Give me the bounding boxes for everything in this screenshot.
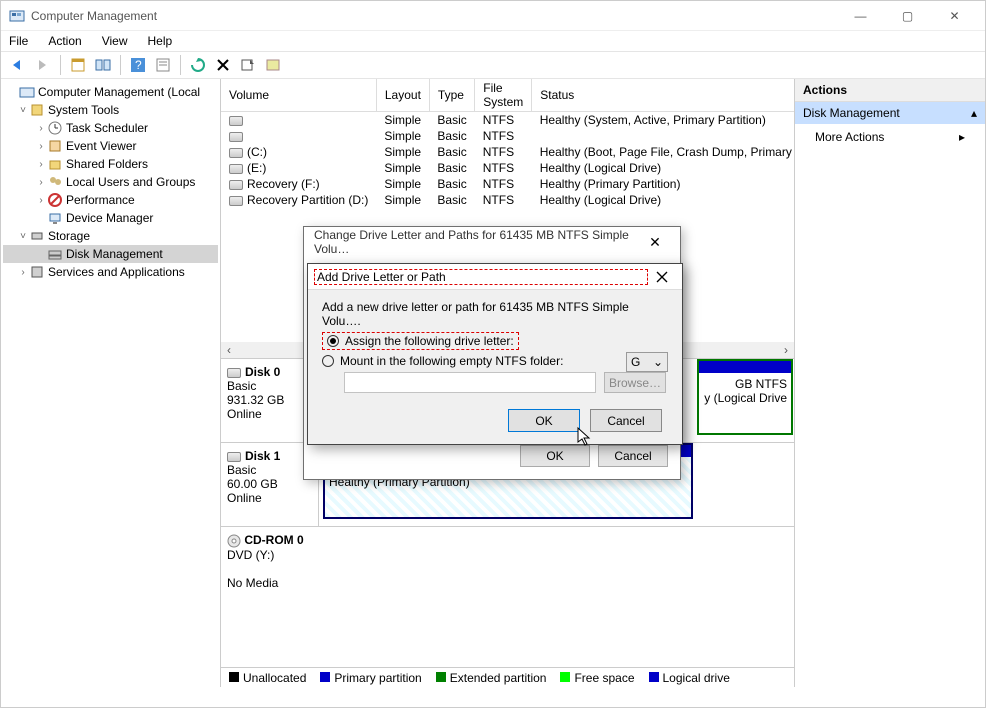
add-drive-letter-dialog: Add Drive Letter or Path Add a new drive…: [307, 263, 683, 445]
menu-action[interactable]: Action: [48, 34, 81, 48]
delete-icon[interactable]: [212, 54, 234, 76]
tree-services[interactable]: ›Services and Applications: [3, 263, 218, 281]
mount-folder-field: [344, 372, 596, 393]
toolbar: ?: [1, 51, 985, 79]
app-icon: [9, 8, 25, 24]
cd-icon: [227, 533, 241, 547]
nav-tree: Computer Management (Local ˅System Tools…: [1, 79, 221, 687]
toolbar-icon[interactable]: [67, 54, 89, 76]
radio-icon: [322, 355, 334, 367]
volume-row[interactable]: Recovery (F:)SimpleBasicNTFSHealthy (Pri…: [221, 176, 794, 192]
close-button[interactable]: ✕: [932, 2, 977, 30]
tree-device-manager[interactable]: Device Manager: [3, 209, 218, 227]
dialog-desc: Add a new drive letter or path for 61435…: [322, 300, 668, 328]
ok-button[interactable]: OK: [508, 409, 580, 432]
close-icon[interactable]: [648, 266, 676, 288]
titlebar: Computer Management — ▢ ✕: [1, 1, 985, 31]
menu-help[interactable]: Help: [148, 34, 173, 48]
tree-root[interactable]: Computer Management (Local: [3, 83, 218, 101]
disk-info: CD-ROM 0 DVD (Y:) No Media: [221, 527, 319, 597]
disk-icon: [227, 452, 241, 462]
disk-icon: [227, 368, 241, 378]
chevron-down-icon: ⌄: [653, 355, 663, 369]
actions-header: Actions: [795, 79, 985, 102]
ok-button[interactable]: OK: [520, 445, 590, 467]
radio-assign-letter[interactable]: Assign the following drive letter:: [322, 332, 668, 350]
forward-button: [32, 54, 54, 76]
dialog-title: Change Drive Letter and Paths for 61435 …: [314, 228, 640, 256]
tree-local-users[interactable]: ›Local Users and Groups: [3, 173, 218, 191]
volume-row[interactable]: (C:)SimpleBasicNTFSHealthy (Boot, Page F…: [221, 144, 794, 160]
disk-row-cd[interactable]: CD-ROM 0 DVD (Y:) No Media: [221, 527, 794, 597]
volume-row[interactable]: SimpleBasicNTFS: [221, 128, 794, 144]
collapse-icon[interactable]: ▴: [971, 106, 977, 120]
toolbar-icon[interactable]: [152, 54, 174, 76]
minimize-button[interactable]: —: [838, 2, 883, 30]
radio-icon: [327, 335, 339, 347]
volume-row[interactable]: SimpleBasicNTFSHealthy (System, Active, …: [221, 112, 794, 129]
menu-view[interactable]: View: [102, 34, 128, 48]
volume-row[interactable]: Recovery Partition (D:)SimpleBasicNTFSHe…: [221, 192, 794, 208]
menu-file[interactable]: File: [9, 34, 28, 48]
radio-mount-folder[interactable]: Mount in the following empty NTFS folder…: [322, 354, 668, 368]
cancel-button[interactable]: Cancel: [590, 409, 662, 432]
window-title: Computer Management: [31, 9, 838, 23]
toolbar-icon[interactable]: [262, 54, 284, 76]
volume-row[interactable]: (E:)SimpleBasicNTFSHealthy (Logical Driv…: [221, 160, 794, 176]
tree-shared-folders[interactable]: ›Shared Folders: [3, 155, 218, 173]
tree-storage[interactable]: ˅Storage: [3, 227, 218, 245]
drive-letter-select[interactable]: G ⌄: [626, 352, 668, 372]
legend: Unallocated Primary partition Extended p…: [221, 667, 794, 687]
browse-button: Browse…: [604, 372, 666, 393]
chevron-right-icon: ▸: [959, 130, 965, 144]
col-volume[interactable]: Volume: [221, 79, 376, 112]
maximize-button[interactable]: ▢: [885, 2, 930, 30]
tree-event-viewer[interactable]: ›Event Viewer: [3, 137, 218, 155]
scroll-left-icon[interactable]: ‹: [221, 342, 237, 358]
refresh-icon[interactable]: [187, 54, 209, 76]
svg-text:?: ?: [135, 58, 142, 72]
actions-selected[interactable]: Disk Management▴: [795, 102, 985, 124]
cancel-button[interactable]: Cancel: [598, 445, 668, 467]
tree-disk-management[interactable]: Disk Management: [3, 245, 218, 263]
tree-performance[interactable]: ›Performance: [3, 191, 218, 209]
col-layout[interactable]: Layout: [376, 79, 429, 112]
partition[interactable]: GB NTFS y (Logical Drive: [697, 359, 793, 435]
more-actions[interactable]: More Actions▸: [795, 124, 985, 150]
dialog-title: Add Drive Letter or Path: [314, 269, 648, 285]
toolbar-icon[interactable]: [92, 54, 114, 76]
col-type[interactable]: Type: [429, 79, 474, 112]
col-fs[interactable]: File System: [475, 79, 532, 112]
col-status[interactable]: Status: [532, 79, 794, 112]
actions-panel: Actions Disk Management▴ More Actions▸: [795, 79, 985, 687]
menubar: File Action View Help: [1, 31, 985, 51]
close-icon[interactable]: ✕: [640, 234, 670, 251]
toolbar-icon[interactable]: [237, 54, 259, 76]
scroll-right-icon[interactable]: ›: [778, 342, 794, 358]
back-button[interactable]: [7, 54, 29, 76]
tree-systools[interactable]: ˅System Tools: [3, 101, 218, 119]
tree-task-scheduler[interactable]: ›Task Scheduler: [3, 119, 218, 137]
help-icon[interactable]: ?: [127, 54, 149, 76]
